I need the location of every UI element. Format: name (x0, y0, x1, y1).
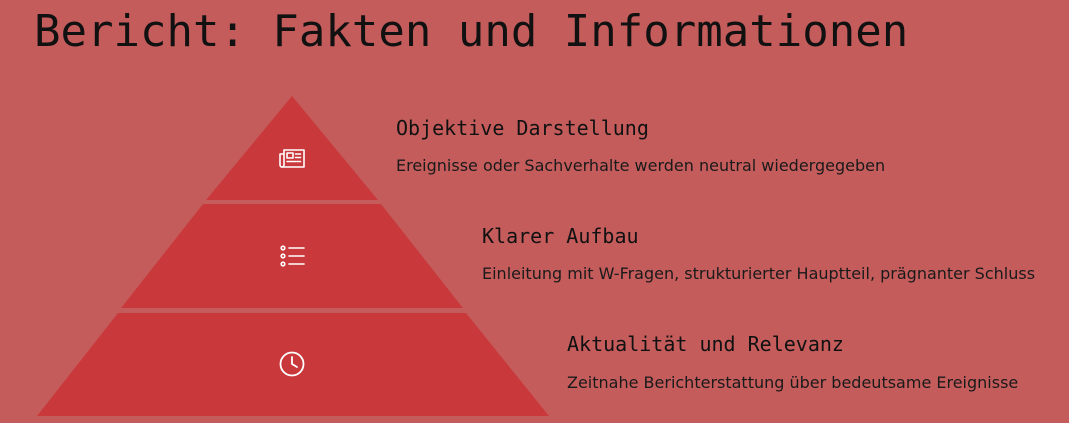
level-3-description: Zeitnahe Berichterstattung über bedeutsa… (567, 373, 1019, 392)
pyramid-diagram (37, 96, 549, 416)
level-3-heading: Aktualität und Relevanz (567, 332, 844, 356)
level-1-description: Ereignisse oder Sachverhalte werden neut… (396, 156, 886, 175)
pyramid-tier-top (206, 96, 378, 200)
level-2-description: Einleitung mit W-Fragen, strukturierter … (482, 264, 1036, 283)
level-1-heading: Objektive Darstellung (396, 116, 649, 140)
level-2-heading: Klarer Aufbau (482, 224, 639, 248)
